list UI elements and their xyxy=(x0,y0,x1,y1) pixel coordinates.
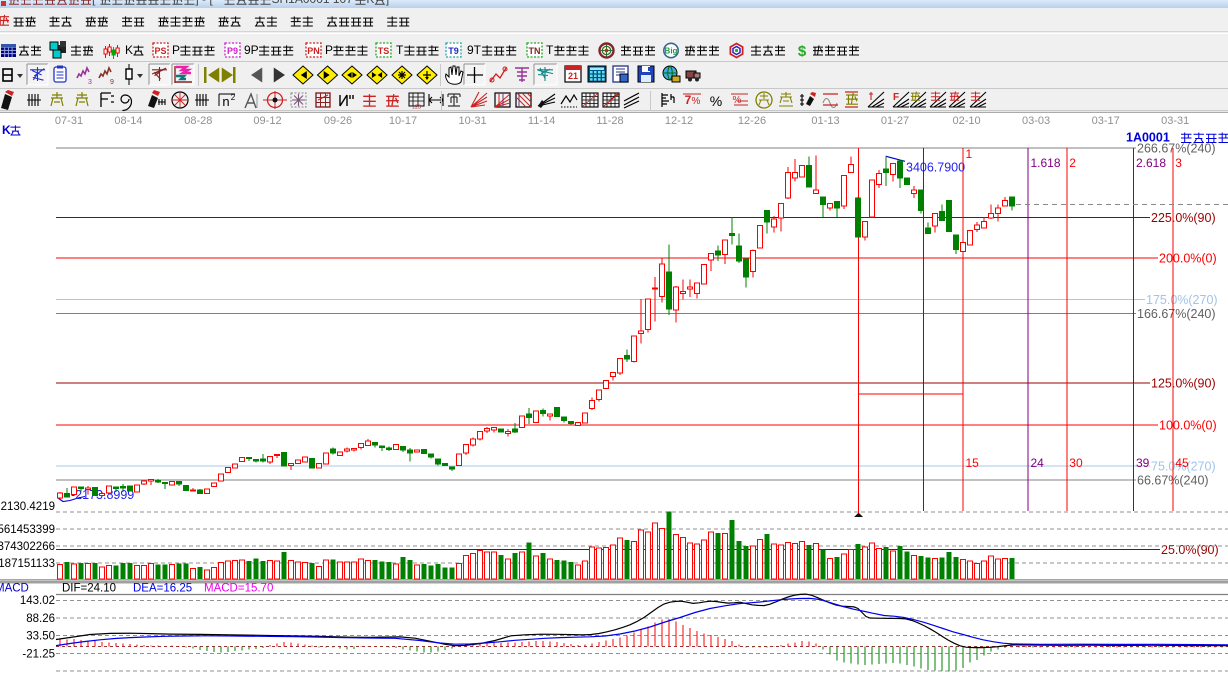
svg-text:187151133: 187151133 xyxy=(0,558,55,570)
svg-text:175.0%(270): 175.0%(270) xyxy=(1146,293,1218,307)
svg-text:143.02: 143.02 xyxy=(20,595,55,607)
svg-text:125.0%(90): 125.0%(90) xyxy=(1151,377,1216,391)
svg-text:T: T xyxy=(546,43,554,57)
svg-text:K: K xyxy=(2,123,11,137)
svg-text:P: P xyxy=(172,43,180,57)
svg-text:MACD=15.70: MACD=15.70 xyxy=(204,582,273,594)
svg-text:10-31: 10-31 xyxy=(459,115,487,127)
svg-text:2.618: 2.618 xyxy=(1136,156,1166,170)
svg-text:45: 45 xyxy=(1175,456,1189,470)
svg-text:03-31: 03-31 xyxy=(1161,115,1189,127)
svg-text:1: 1 xyxy=(966,147,973,161)
svg-text:3406.7900: 3406.7900 xyxy=(906,161,965,175)
svg-text:9: 9 xyxy=(110,79,114,86)
svg-text:03-17: 03-17 xyxy=(1092,115,1120,127)
svg-text:39: 39 xyxy=(1136,456,1150,470)
svg-text:374302266: 374302266 xyxy=(0,541,55,553)
svg-text:PS: PS xyxy=(154,46,166,56)
svg-text:12-26: 12-26 xyxy=(738,115,766,127)
svg-text:33.50: 33.50 xyxy=(26,631,55,643)
svg-text:DEA=16.25: DEA=16.25 xyxy=(133,582,192,594)
svg-text:09-12: 09-12 xyxy=(253,115,281,127)
svg-text:n: n xyxy=(222,94,229,109)
svg-text:266.67%(240): 266.67%(240) xyxy=(1137,141,1216,155)
svg-text:03-03: 03-03 xyxy=(1022,115,1050,127)
svg-text:TN: TN xyxy=(529,46,541,56)
svg-text:10-17: 10-17 xyxy=(389,115,417,127)
svg-text:Big: Big xyxy=(665,47,678,56)
svg-text:PN: PN xyxy=(307,46,320,56)
svg-text:-21.25: -21.25 xyxy=(22,648,55,660)
svg-text:]: ] xyxy=(386,0,389,6)
svg-text:08-14: 08-14 xyxy=(114,115,142,127)
svg-text:] - [: ] - [ xyxy=(195,0,213,6)
svg-text:11-28: 11-28 xyxy=(596,115,623,127)
svg-text:P9: P9 xyxy=(227,46,238,56)
svg-text:07-31: 07-31 xyxy=(55,115,83,127)
svg-text:T: T xyxy=(396,43,404,57)
svg-text:01-27: 01-27 xyxy=(881,115,909,127)
svg-text:02-10: 02-10 xyxy=(953,115,981,127)
svg-text:24: 24 xyxy=(1031,456,1045,470)
svg-text:$: $ xyxy=(798,43,807,60)
svg-text:30: 30 xyxy=(1069,456,1083,470)
svg-text:MACD: MACD xyxy=(0,582,29,594)
svg-text:3: 3 xyxy=(1175,156,1182,170)
svg-text:9T: 9T xyxy=(467,43,482,57)
svg-text:SH1A0001 107: SH1A0001 107 xyxy=(272,0,354,6)
svg-text:TS: TS xyxy=(378,46,390,56)
svg-text:11-14: 11-14 xyxy=(528,115,555,127)
svg-text:15: 15 xyxy=(966,456,980,470)
svg-text:2: 2 xyxy=(1069,156,1076,170)
svg-text:9P: 9P xyxy=(244,43,259,57)
svg-text:F: F xyxy=(893,92,899,103)
svg-text:3: 3 xyxy=(88,79,92,86)
svg-text:561453399: 561453399 xyxy=(0,524,55,536)
svg-text:K: K xyxy=(125,43,133,57)
svg-text:12-12: 12-12 xyxy=(665,115,693,127)
svg-text:123: 123 xyxy=(412,105,421,111)
svg-text:01-13: 01-13 xyxy=(811,115,839,127)
svg-text:25.0%(90): 25.0%(90) xyxy=(1161,543,1219,557)
svg-text:%: % xyxy=(710,93,722,109)
svg-text:100.0%(0): 100.0%(0) xyxy=(1159,419,1217,433)
svg-text:2130.4219: 2130.4219 xyxy=(1,501,55,513)
svg-text:DIF=24.10: DIF=24.10 xyxy=(62,582,116,594)
svg-text:%: % xyxy=(692,96,701,107)
svg-text:225.0%(90): 225.0%(90) xyxy=(1151,211,1216,225)
svg-text:166.67%(240): 166.67%(240) xyxy=(1137,307,1216,321)
svg-text:09-26: 09-26 xyxy=(324,115,352,127)
svg-text:T9: T9 xyxy=(448,46,459,56)
svg-text:08-28: 08-28 xyxy=(184,115,212,127)
svg-text:P: P xyxy=(325,43,333,57)
svg-text:200.0%(0): 200.0%(0) xyxy=(1159,252,1217,266)
svg-text:1.618: 1.618 xyxy=(1031,156,1061,170)
svg-text:88.26: 88.26 xyxy=(26,613,55,625)
svg-text:21: 21 xyxy=(568,71,578,81)
svg-text:K: K xyxy=(366,0,374,6)
